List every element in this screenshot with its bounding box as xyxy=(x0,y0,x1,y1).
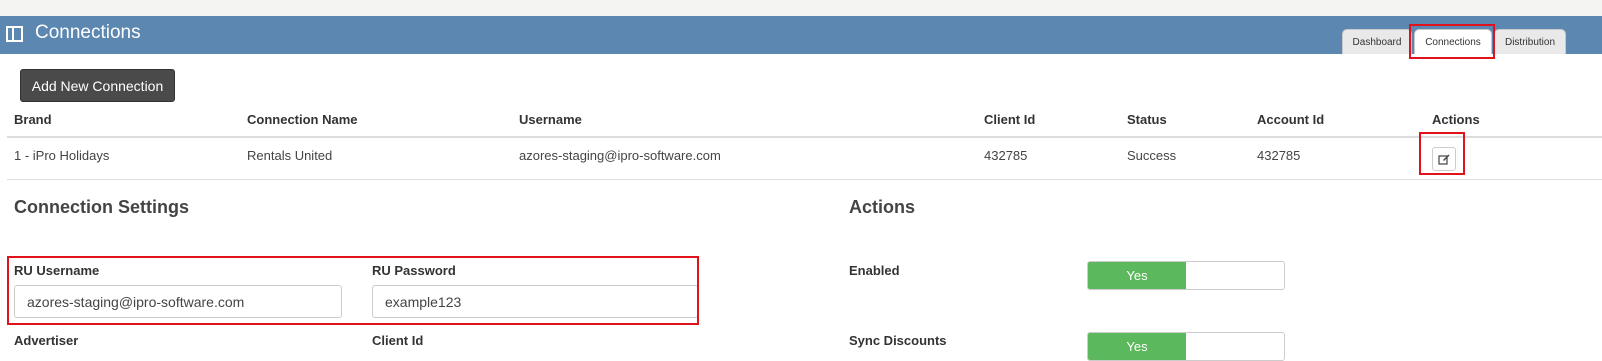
column-header-username: Username xyxy=(519,112,582,127)
column-header-client-id: Client Id xyxy=(984,112,1036,127)
column-header-account-id: Account Id xyxy=(1257,112,1325,127)
tab-dashboard[interactable]: Dashboard xyxy=(1342,29,1412,54)
column-header-brand: Brand xyxy=(14,112,52,127)
cell-connection-name: Rentals United xyxy=(247,148,333,163)
enabled-label: Enabled xyxy=(849,263,900,278)
client-id-label: Client Id xyxy=(372,333,424,348)
sync-discounts-toggle[interactable]: Yes xyxy=(1087,332,1285,361)
column-header-actions: Actions xyxy=(1432,112,1480,127)
column-header-status: Status xyxy=(1127,112,1167,127)
add-new-connection-button[interactable]: Add New Connection xyxy=(20,69,175,102)
sync-discounts-label: Sync Discounts xyxy=(849,333,947,348)
advertiser-label: Advertiser xyxy=(14,333,79,348)
connection-settings-title: Connection Settings xyxy=(14,197,189,217)
top-strip xyxy=(0,0,1602,16)
panel-icon xyxy=(6,26,23,42)
enabled-toggle[interactable]: Yes xyxy=(1087,261,1285,290)
cell-username: azores-staging@ipro-software.com xyxy=(519,148,721,163)
credentials-highlight xyxy=(7,256,699,325)
tab-highlight xyxy=(1409,24,1495,59)
table-row-divider xyxy=(7,179,1602,180)
column-header-connection-name: Connection Name xyxy=(247,112,358,127)
cell-status: Success xyxy=(1127,148,1177,163)
page-title: Connections xyxy=(35,22,141,43)
cell-account-id: 432785 xyxy=(1257,148,1301,163)
cell-client-id: 432785 xyxy=(984,148,1028,163)
edit-highlight xyxy=(1419,132,1465,175)
cell-brand: 1 - iPro Holidays xyxy=(14,148,110,163)
tab-distribution[interactable]: Distribution xyxy=(1494,29,1566,54)
enabled-toggle-yes: Yes xyxy=(1088,262,1186,289)
table-header-divider xyxy=(7,136,1602,138)
actions-panel-title: Actions xyxy=(849,197,916,217)
sync-discounts-toggle-yes: Yes xyxy=(1088,333,1186,360)
